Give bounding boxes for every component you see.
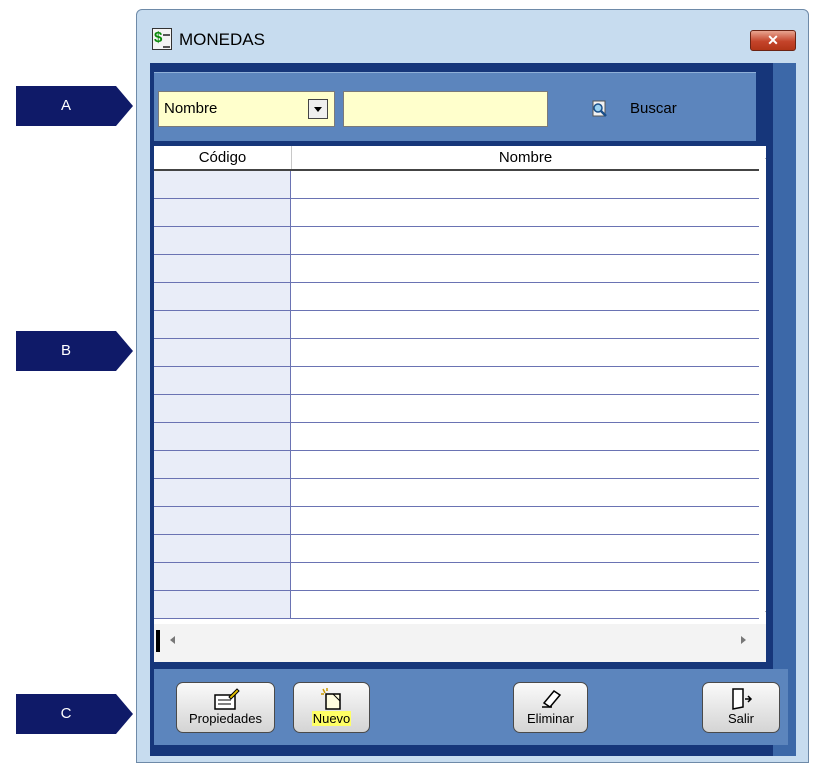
cell-codigo[interactable] <box>154 227 291 254</box>
buscar-label: Buscar <box>630 100 677 117</box>
propiedades-button[interactable]: Propiedades <box>176 682 275 733</box>
table-row[interactable] <box>154 395 759 423</box>
table-row[interactable] <box>154 563 759 591</box>
grid-header: Código Nombre <box>154 146 759 171</box>
column-header-nombre[interactable]: Nombre <box>292 146 759 169</box>
salir-label: Salir <box>727 711 754 726</box>
cell-codigo[interactable] <box>154 535 291 562</box>
table-row[interactable] <box>154 367 759 395</box>
column-header-codigo[interactable]: Código <box>154 146 292 169</box>
cell-codigo[interactable] <box>154 451 291 478</box>
callout-a: A <box>16 86 133 126</box>
cell-codigo[interactable] <box>154 395 291 422</box>
search-field-select[interactable]: Nombre <box>158 91 335 127</box>
cell-nombre[interactable] <box>291 507 759 534</box>
search-field-value: Nombre <box>164 100 218 117</box>
cell-codigo[interactable] <box>154 311 291 338</box>
horizontal-scroll-thumb[interactable] <box>156 630 160 652</box>
cell-codigo[interactable] <box>154 423 291 450</box>
table-row[interactable] <box>154 255 759 283</box>
cell-nombre[interactable] <box>291 199 759 226</box>
cell-nombre[interactable] <box>291 171 759 198</box>
nuevo-label: Nuevo <box>312 711 351 726</box>
propiedades-label: Propiedades <box>189 711 262 726</box>
callout-a-label: A <box>60 97 71 114</box>
eraser-icon <box>541 690 561 708</box>
buscar-button[interactable]: Buscar <box>590 95 710 123</box>
window-client-area: Nombre Buscar Código Nombre Propiedades … <box>150 63 796 756</box>
cell-codigo[interactable] <box>154 563 291 590</box>
cell-nombre[interactable] <box>291 255 759 282</box>
table-row[interactable] <box>154 535 759 563</box>
search-filter-bar: Nombre Buscar <box>154 72 756 141</box>
cell-codigo[interactable] <box>154 339 291 366</box>
cell-nombre[interactable] <box>291 395 759 422</box>
cell-nombre[interactable] <box>291 479 759 506</box>
table-row[interactable] <box>154 451 759 479</box>
monedas-window: MONEDAS ✕ Nombre Buscar Código <box>136 9 809 763</box>
cell-nombre[interactable] <box>291 423 759 450</box>
table-row[interactable] <box>154 339 759 367</box>
cell-codigo[interactable] <box>154 479 291 506</box>
horizontal-scrollbar[interactable] <box>154 624 766 662</box>
search-input[interactable] <box>343 91 548 127</box>
table-row[interactable] <box>154 171 759 199</box>
salir-button[interactable]: Salir <box>702 682 780 733</box>
table-row[interactable] <box>154 507 759 535</box>
cell-codigo[interactable] <box>154 591 291 618</box>
callout-b-label: B <box>60 342 71 359</box>
cell-codigo[interactable] <box>154 199 291 226</box>
right-frame-strip <box>773 63 796 756</box>
bottom-toolbar: Propiedades Nuevo Eliminar Salir <box>154 669 788 745</box>
cell-codigo[interactable] <box>154 255 291 282</box>
eliminar-label: Eliminar <box>527 711 574 726</box>
cell-nombre[interactable] <box>291 535 759 562</box>
search-icon <box>592 100 607 117</box>
scroll-down-icon[interactable] <box>765 611 766 616</box>
dollar-document-icon <box>152 28 172 50</box>
nuevo-button[interactable]: Nuevo <box>293 682 370 733</box>
exit-door-icon <box>732 688 753 710</box>
cell-nombre[interactable] <box>291 563 759 590</box>
cell-nombre[interactable] <box>291 311 759 338</box>
table-row[interactable] <box>154 311 759 339</box>
eliminar-button[interactable]: Eliminar <box>513 682 588 733</box>
title-bar[interactable]: MONEDAS ✕ <box>137 10 808 65</box>
table-row[interactable] <box>154 479 759 507</box>
cell-codigo[interactable] <box>154 171 291 198</box>
grid-rows <box>154 171 759 619</box>
table-row[interactable] <box>154 591 759 619</box>
cell-codigo[interactable] <box>154 283 291 310</box>
chevron-down-icon[interactable] <box>308 99 328 119</box>
currency-grid: Código Nombre <box>154 146 766 662</box>
cell-codigo[interactable] <box>154 507 291 534</box>
close-button[interactable]: ✕ <box>750 30 796 51</box>
new-document-icon <box>320 688 341 710</box>
vertical-scrollbar[interactable] <box>759 146 766 624</box>
cell-nombre[interactable] <box>291 451 759 478</box>
callout-c: C <box>16 694 133 734</box>
table-row[interactable] <box>154 283 759 311</box>
table-row[interactable] <box>154 199 759 227</box>
cell-nombre[interactable] <box>291 591 759 618</box>
scroll-up-icon[interactable] <box>765 154 766 159</box>
cell-nombre[interactable] <box>291 227 759 254</box>
cell-codigo[interactable] <box>154 367 291 394</box>
window-title: MONEDAS <box>179 30 265 49</box>
cell-nombre[interactable] <box>291 283 759 310</box>
callout-c-label: C <box>60 705 72 722</box>
properties-icon <box>213 688 240 710</box>
scroll-left-icon[interactable] <box>170 636 175 644</box>
table-row[interactable] <box>154 423 759 451</box>
scroll-right-icon[interactable] <box>741 636 746 644</box>
cell-nombre[interactable] <box>291 367 759 394</box>
cell-nombre[interactable] <box>291 339 759 366</box>
callout-b: B <box>16 331 133 371</box>
table-row[interactable] <box>154 227 759 255</box>
